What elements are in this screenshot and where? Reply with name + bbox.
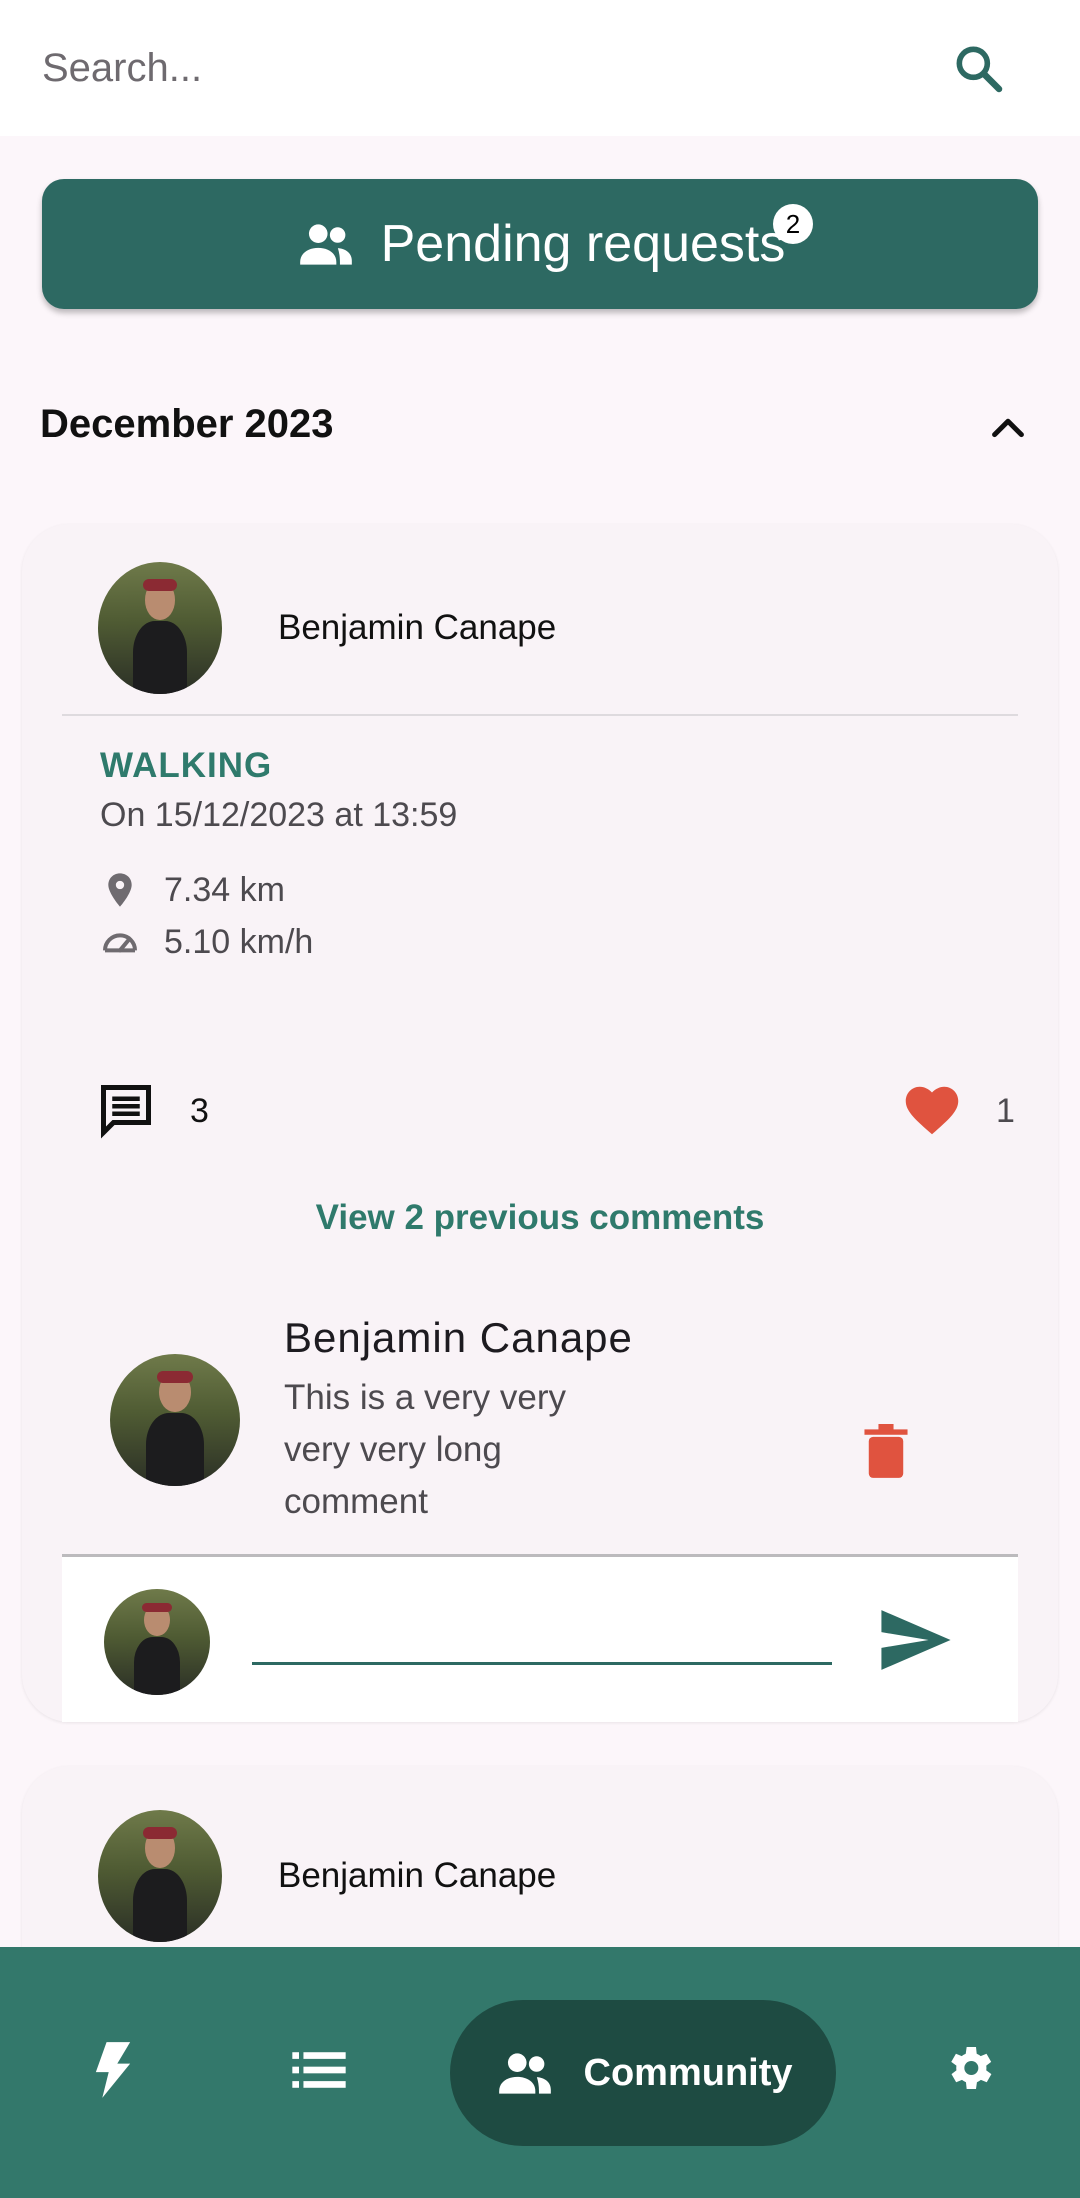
comment-avatar[interactable] (110, 1354, 240, 1486)
month-section-header[interactable]: December 2023 (40, 390, 1040, 460)
lightning-icon (95, 2042, 131, 2098)
people-icon (295, 213, 357, 275)
chevron-up-icon[interactable] (985, 404, 1031, 450)
nav-item-activity[interactable] (80, 2037, 146, 2103)
avatar[interactable] (98, 562, 222, 694)
list-icon (292, 2052, 346, 2088)
pending-requests-button[interactable]: Pending requests (42, 179, 1038, 309)
speedometer-icon (100, 922, 140, 962)
comment-input[interactable] (252, 1595, 832, 1665)
send-icon[interactable] (878, 1607, 954, 1673)
pending-requests-label: Pending requests (380, 215, 786, 273)
distance-stat: 7.34 km (100, 870, 285, 910)
activity-type: WALKING (100, 746, 273, 785)
likes-count: 1 (996, 1092, 1015, 1130)
nav-item-settings[interactable] (936, 2035, 1002, 2101)
speed-stat: 5.10 km/h (100, 922, 313, 962)
bottom-navigation: Community (0, 1947, 1080, 2198)
comment-composer (62, 1554, 1018, 1722)
view-previous-comments-link[interactable]: View 2 previous comments (22, 1198, 1058, 1238)
current-user-avatar (104, 1589, 210, 1695)
search-input[interactable] (42, 30, 892, 106)
post-author-name[interactable]: Benjamin Canape (278, 1856, 556, 1896)
nav-item-list[interactable] (286, 2037, 352, 2103)
gear-icon (951, 2047, 992, 2089)
location-pin-icon (100, 870, 140, 910)
avatar[interactable] (98, 1810, 222, 1942)
month-title: December 2023 (40, 402, 334, 446)
heart-icon[interactable] (902, 1080, 962, 1136)
activity-card: Benjamin Canape WALKING On 15/12/2023 at… (22, 524, 1058, 1722)
pending-requests-badge: 2 (773, 204, 813, 244)
people-icon (494, 2042, 556, 2104)
comment-text: This is a very very very very long comme… (284, 1378, 566, 1521)
nav-item-community[interactable]: Community (450, 2000, 836, 2146)
search-icon (956, 46, 1003, 93)
post-author-name[interactable]: Benjamin Canape (278, 608, 556, 648)
search-button[interactable] (940, 30, 1016, 106)
comments-count: 3 (190, 1092, 209, 1130)
speed-value: 5.10 km/h (164, 922, 314, 961)
comment-icon[interactable] (96, 1080, 156, 1140)
distance-value: 7.34 km (164, 870, 285, 909)
nav-community-label: Community (583, 2051, 793, 2094)
activity-date: On 15/12/2023 at 13:59 (100, 796, 458, 834)
divider (62, 714, 1018, 716)
comment-author-name: Benjamin Canape (284, 1314, 633, 1361)
search-bar (0, 0, 1080, 136)
delete-icon[interactable] (860, 1424, 912, 1480)
